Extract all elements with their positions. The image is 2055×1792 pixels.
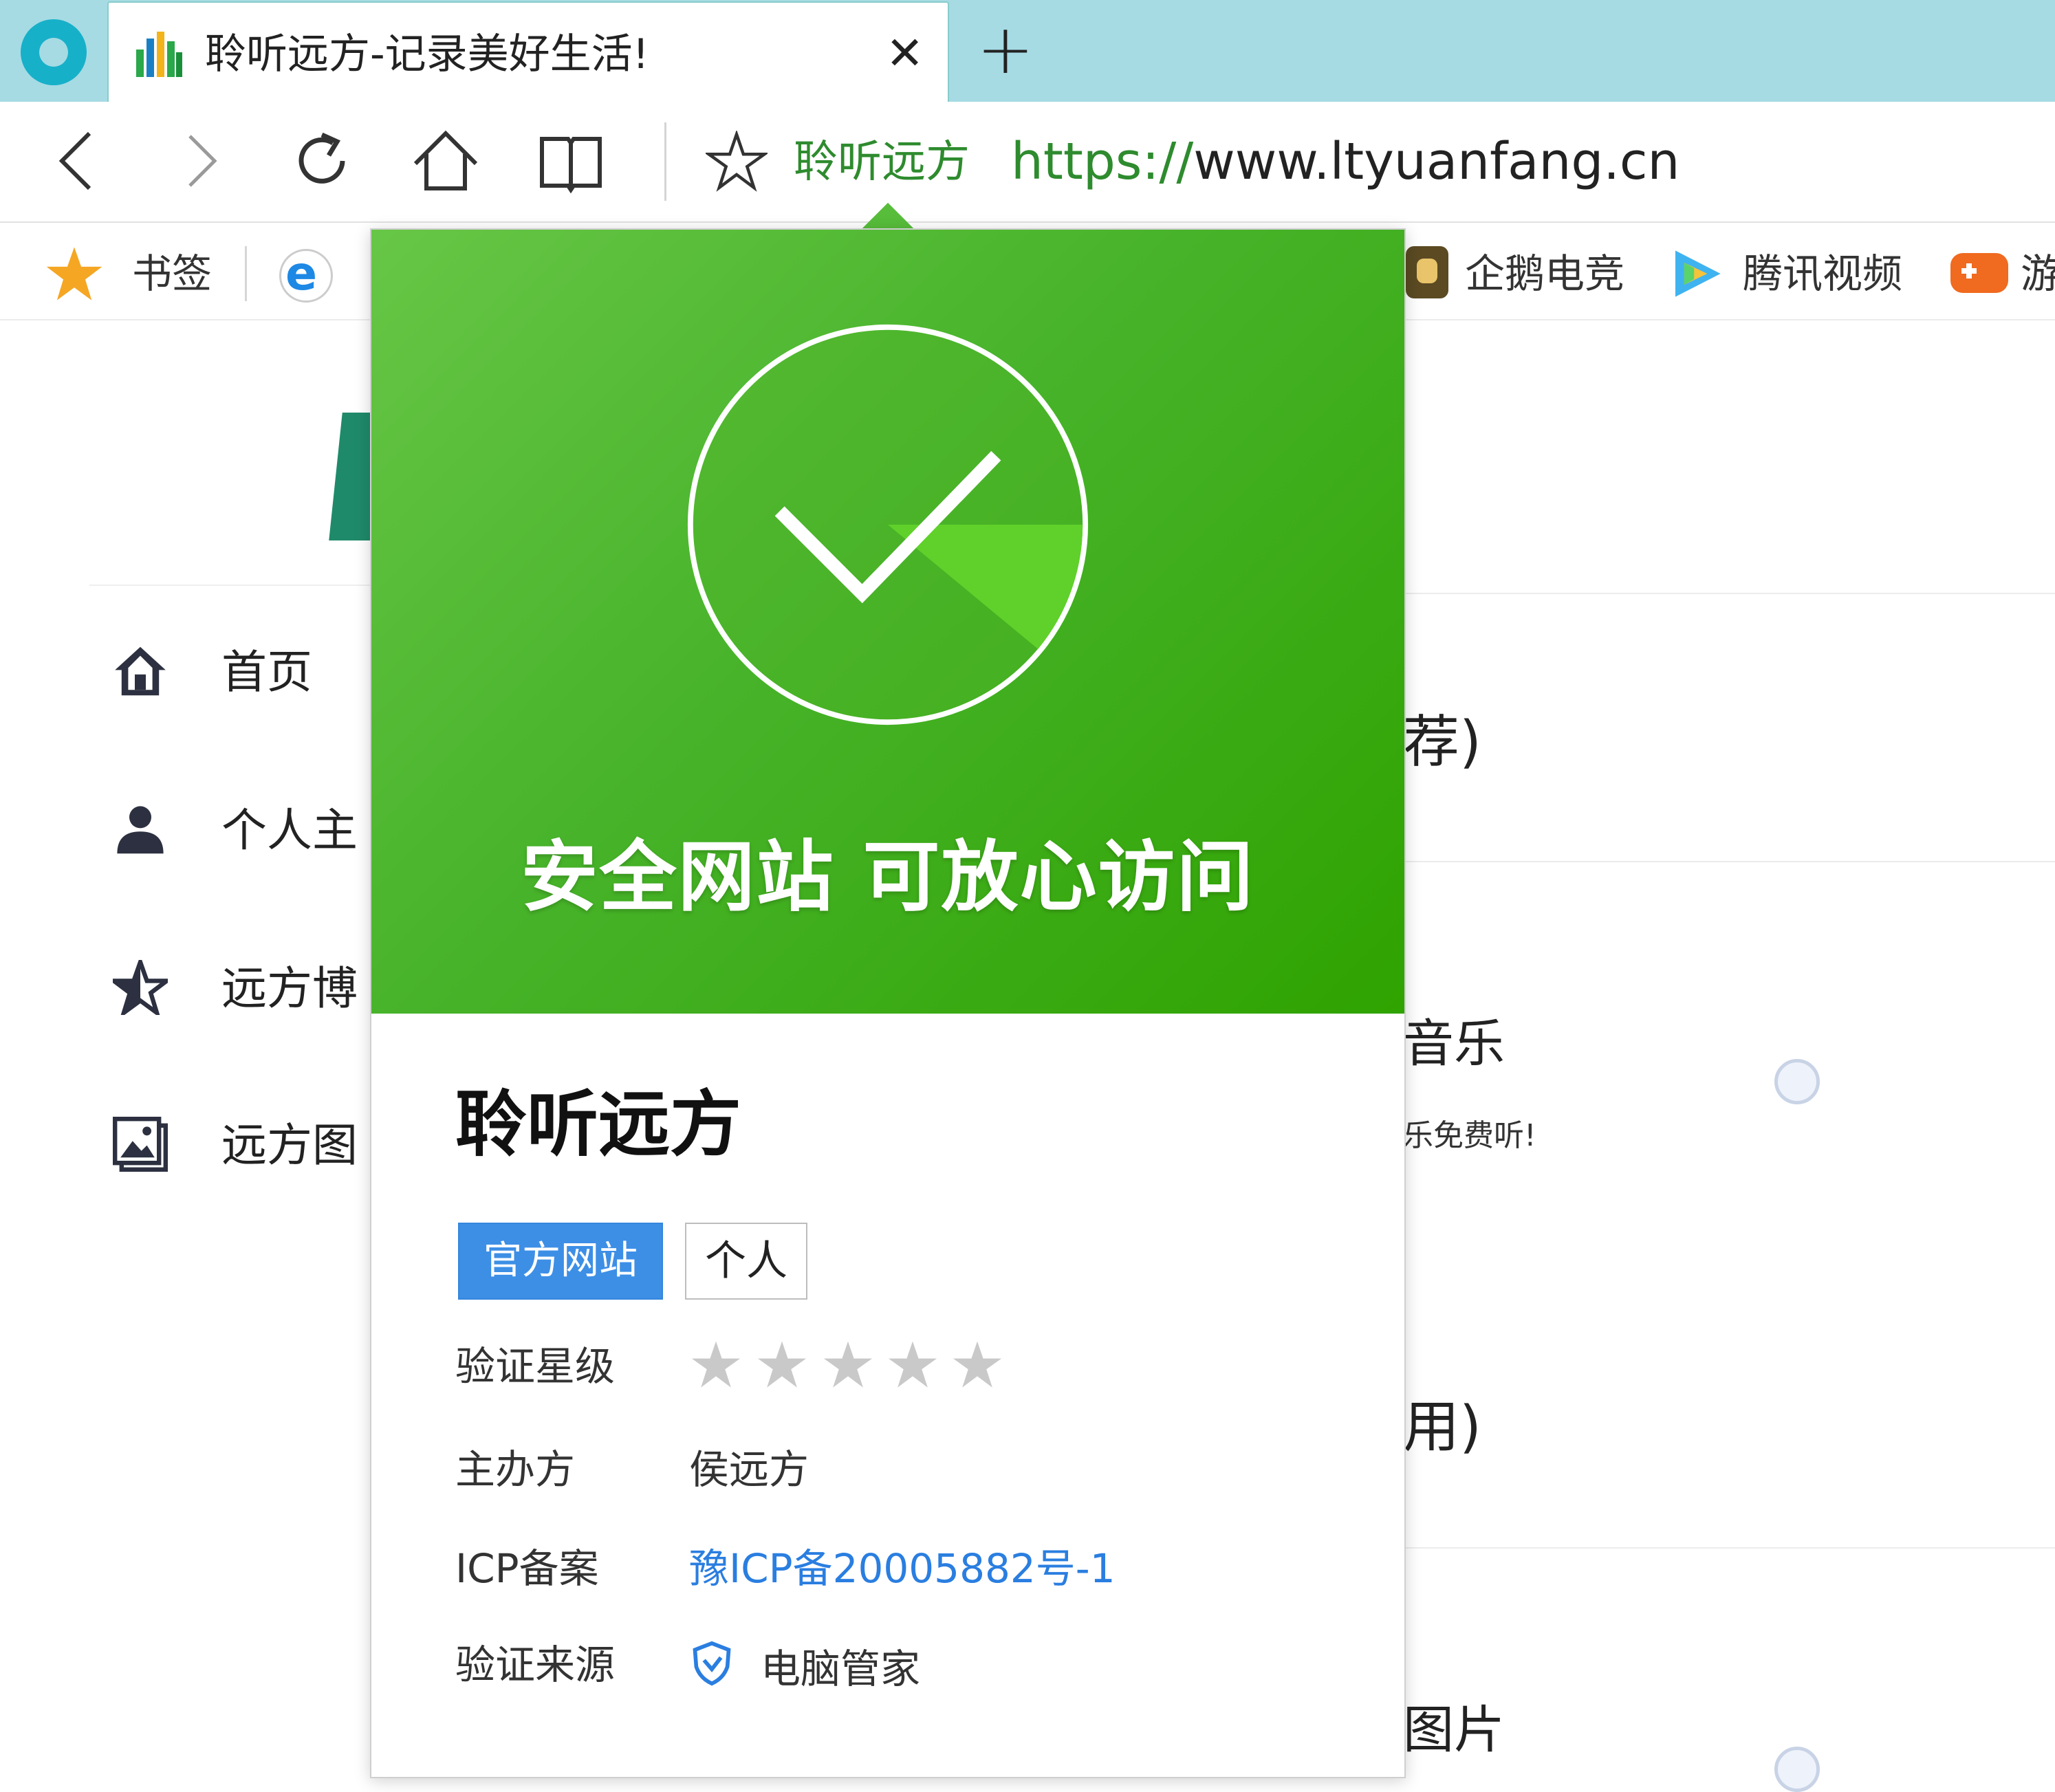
star-icon: [691, 1341, 741, 1388]
sidebar-item-label: 首页: [221, 646, 312, 699]
penguin-esports-icon: [1406, 246, 1448, 298]
new-tab-button[interactable]: +: [977, 15, 1034, 84]
back-icon[interactable]: [44, 127, 113, 195]
home-icon: [115, 646, 166, 696]
sidebar-item-label: 远方图: [221, 1119, 358, 1172]
arrow-right-icon[interactable]: [1774, 1059, 1820, 1104]
user-icon: [117, 806, 164, 854]
section-heading: 音乐: [1403, 1014, 1505, 1073]
section-heading: 荐): [1403, 710, 1481, 775]
tab-strip: 聆听远方-记录美好生活! ✕ +: [0, 0, 2055, 103]
security-popup: 安全网站 可放心访问 聆听远方 官方网站 个人 验证星级 主办方 侯远方 ICP…: [370, 228, 1406, 1778]
bookmark-folder-label[interactable]: 书签: [132, 249, 212, 298]
popup-hero: 安全网站 可放心访问: [371, 230, 1404, 1014]
star-icon: [888, 1341, 937, 1388]
star-icon: [757, 1341, 807, 1388]
tab-close-icon[interactable]: ✕: [886, 26, 924, 81]
star-icon: [46, 247, 102, 301]
star-outline-icon: [113, 960, 168, 1015]
forward-icon[interactable]: [166, 127, 235, 195]
ie-icon[interactable]: e: [279, 247, 333, 303]
reading-view-icon[interactable]: [536, 127, 605, 195]
organizer-value: 侯远方: [689, 1446, 809, 1493]
checkmark-circle-icon: [687, 324, 1089, 725]
tencent-video-icon: [1675, 250, 1721, 297]
nav-divider: [664, 122, 666, 201]
browser-logo-icon[interactable]: [21, 19, 87, 85]
bookmark-games[interactable]: 游: [2021, 249, 2055, 298]
section-divider: [1403, 1547, 2055, 1549]
security-status-text: 安全网站 可放心访问: [521, 833, 1255, 922]
popup-site-name: 聆听远方: [455, 1082, 742, 1166]
arrow-right-icon[interactable]: [1774, 1747, 1820, 1792]
star-icon: [953, 1341, 1002, 1388]
bookmark-penguin-esports[interactable]: 企鹅电竞: [1465, 249, 1624, 298]
page-divider: [89, 584, 392, 586]
url-protocol: https://: [1011, 132, 1194, 191]
source-label: 验证来源: [455, 1641, 616, 1688]
url-field[interactable]: https://www.ltyuanfang.cn: [1011, 132, 1679, 191]
home-icon[interactable]: [411, 127, 480, 195]
gallery-icon: [113, 1117, 168, 1172]
organizer-label: 主办方: [455, 1446, 576, 1493]
navigation-bar: 聆听远方 https://www.ltyuanfang.cn: [0, 102, 2055, 223]
favorite-star-icon[interactable]: [706, 131, 768, 193]
rating-stars: [689, 1338, 1033, 1393]
bookmark-divider: [245, 246, 247, 301]
rating-label: 验证星级: [455, 1343, 616, 1390]
address-site-name[interactable]: 聆听远方: [794, 135, 970, 190]
section-heading: 用): [1403, 1395, 1481, 1460]
sidebar-item-label: 个人主: [221, 804, 358, 857]
site-favicon-icon: [136, 32, 182, 77]
tag-personal: 个人: [685, 1223, 807, 1300]
url-host: www.ltyuanfang.cn: [1193, 132, 1680, 191]
section-subtext: 乐免费听!: [1403, 1118, 1536, 1153]
icp-label: ICP备案: [455, 1545, 599, 1592]
game-icon: [1950, 253, 2008, 293]
bookmark-tencent-video[interactable]: 腾讯视频: [1743, 249, 1902, 298]
tab-title: 聆听远方-记录美好生活!: [205, 30, 649, 78]
source-value: 电脑管家: [761, 1646, 921, 1692]
section-heading: 图片: [1403, 1701, 1505, 1760]
refresh-icon[interactable]: [289, 127, 358, 195]
pc-manager-shield-icon: [693, 1641, 731, 1686]
section-divider: [1403, 861, 2055, 862]
tag-official-site: 官方网站: [458, 1223, 663, 1300]
star-icon: [823, 1341, 873, 1388]
sidebar-item-label: 远方博: [221, 962, 358, 1015]
icp-link[interactable]: 豫ICP备20005882号-1: [689, 1543, 1116, 1594]
active-tab[interactable]: 聆听远方-记录美好生活! ✕: [107, 1, 949, 103]
